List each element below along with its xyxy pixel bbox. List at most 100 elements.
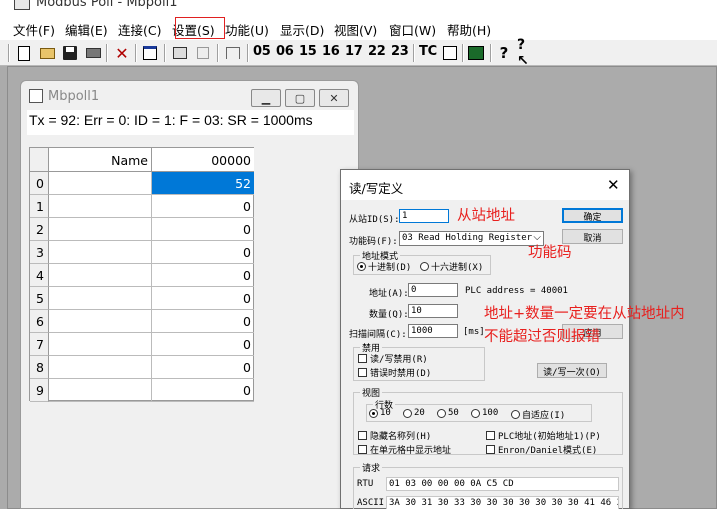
help-icon[interactable]: ? — [495, 44, 513, 62]
menu-help[interactable]: 帮助(H) — [447, 20, 491, 39]
rows-20-radio[interactable]: 20 — [403, 408, 425, 418]
radio-icon — [471, 408, 480, 418]
tc-button[interactable]: TC — [419, 44, 437, 59]
hex-radio[interactable]: 十六进制(X) — [420, 260, 483, 273]
menu-display[interactable]: 显示(D) — [280, 20, 324, 39]
minimize-button[interactable]: ▁ — [251, 89, 281, 107]
app-title-bar: Modbus Poll - Mbpoll1 — [0, 0, 717, 16]
function-05-button[interactable]: 05 — [253, 44, 271, 59]
address-input[interactable]: 0 — [408, 283, 458, 297]
enron-mode-checkbox[interactable]: Enron/Daniel模式(E) — [486, 443, 597, 456]
value-cell[interactable]: 0 — [152, 356, 254, 379]
value-cell[interactable]: 0 — [152, 241, 254, 264]
function-22-button[interactable]: 22 — [368, 44, 386, 59]
menu-view[interactable]: 视图(V) — [334, 20, 377, 39]
rows-50-radio[interactable]: 50 — [437, 408, 459, 418]
toolbar-separator — [8, 44, 10, 62]
value-cell[interactable]: 0 — [152, 379, 254, 402]
value-cell[interactable]: 0 — [152, 310, 254, 333]
name-cell[interactable] — [49, 379, 152, 402]
decimal-radio[interactable]: 十进制(D) — [357, 260, 411, 273]
function-select[interactable]: 03 Read Holding Register ⌵ — [399, 231, 544, 246]
error-disable-checkbox[interactable]: 错误时禁用(D) — [358, 366, 431, 379]
name-cell[interactable] — [49, 172, 152, 195]
close-icon[interactable]: ✕ — [113, 44, 131, 63]
save-icon[interactable] — [61, 44, 79, 62]
value-cell[interactable]: 0 — [152, 218, 254, 241]
function-17-button[interactable]: 17 — [345, 44, 363, 59]
menu-connection[interactable]: 连接(C) — [118, 20, 161, 39]
dialog-title-bar[interactable]: 读/写定义 ✕ — [341, 170, 629, 200]
slave-id-input[interactable]: 1 — [399, 209, 449, 223]
window-icon[interactable] — [141, 44, 159, 62]
chart-icon[interactable] — [467, 44, 485, 62]
column-header-address[interactable]: 00000 — [152, 148, 254, 172]
function-23-button[interactable]: 23 — [391, 44, 409, 59]
table-row: 0 52 — [30, 172, 254, 195]
menu-window[interactable]: 窗口(W) — [389, 20, 436, 39]
dialog-close-icon[interactable]: ✕ — [607, 176, 620, 194]
name-cell[interactable] — [49, 310, 152, 333]
decimal-label: 十进制(D) — [368, 263, 412, 273]
disconnect-icon[interactable] — [194, 44, 212, 62]
menu-functions[interactable]: 功能(U) — [225, 20, 269, 39]
value-cell[interactable]: 0 — [152, 333, 254, 356]
zoom-icon[interactable] — [441, 44, 459, 62]
checkbox-icon — [486, 445, 495, 454]
row-number: 0 — [30, 172, 49, 195]
show-address-checkbox[interactable]: 在单元格中显示地址 — [358, 443, 451, 456]
menu-file[interactable]: 文件(F) — [13, 20, 55, 39]
table-corner — [30, 148, 49, 172]
rows-10-label: 10 — [380, 408, 391, 418]
table-row: 30 — [30, 241, 254, 264]
scan-rate-input[interactable]: 1000 — [408, 324, 458, 338]
quantity-input[interactable]: 10 — [408, 304, 458, 318]
pulse-icon[interactable] — [224, 44, 242, 62]
rows-100-radio[interactable]: 100 — [471, 408, 498, 418]
name-cell[interactable] — [49, 264, 152, 287]
print-icon[interactable] — [84, 44, 102, 62]
toolbar: ✕ 05 06 15 16 17 22 23 TC ? ?↖ — [0, 37, 717, 69]
open-icon[interactable] — [38, 44, 56, 62]
connect-icon[interactable] — [171, 44, 189, 62]
name-cell[interactable] — [49, 356, 152, 379]
window-close-button[interactable]: ✕ — [319, 89, 349, 107]
rows-fit-radio[interactable]: 自适应(I) — [511, 408, 565, 421]
read-write-once-button[interactable]: 读/写一次(O) — [537, 363, 607, 378]
ascii-bytes-field[interactable]: 3A 30 31 30 33 30 30 30 30 30 30 30 41 4… — [386, 496, 619, 509]
function-select-value: 03 Read Holding Register — [402, 233, 533, 243]
menu-edit[interactable]: 编辑(E) — [65, 20, 108, 39]
column-header-name[interactable]: Name — [49, 148, 152, 172]
name-cell[interactable] — [49, 287, 152, 310]
value-cell[interactable]: 0 — [152, 264, 254, 287]
context-help-icon[interactable]: ?↖ — [517, 37, 535, 69]
function-06-button[interactable]: 06 — [276, 44, 294, 59]
function-15-button[interactable]: 15 — [299, 44, 317, 59]
hide-alias-checkbox[interactable]: 隐藏名称列(H) — [358, 429, 431, 442]
view-group: 视图 行数 10 20 50 100 自适应(I) 隐藏名称列(H) PLC地址… — [353, 386, 623, 456]
mbpoll-window-title-bar[interactable]: Mbpoll1 ▁ ▢ ✕ — [21, 81, 358, 109]
plc-address-base-checkbox[interactable]: PLC地址(初始地址1)(P) — [486, 429, 601, 442]
ok-button[interactable]: 确定 — [562, 208, 623, 223]
rows-10-radio[interactable]: 10 — [369, 408, 391, 418]
value-cell[interactable]: 0 — [152, 287, 254, 310]
row-number: 3 — [30, 241, 49, 264]
enron-mode-label: Enron/Daniel模式(E) — [498, 446, 598, 456]
name-cell[interactable] — [49, 218, 152, 241]
new-icon[interactable] — [15, 44, 33, 62]
document-icon — [29, 89, 43, 103]
value-cell[interactable]: 52 — [152, 172, 254, 195]
rw-disabled-checkbox[interactable]: 读/写禁用(R) — [358, 352, 428, 365]
maximize-button[interactable]: ▢ — [285, 89, 315, 107]
table-row: 50 — [30, 287, 254, 310]
value-cell[interactable]: 0 — [152, 195, 254, 218]
row-number: 9 — [30, 379, 49, 402]
function-16-button[interactable]: 16 — [322, 44, 340, 59]
name-cell[interactable] — [49, 195, 152, 218]
request-group-label: 请求 — [360, 461, 383, 474]
name-cell[interactable] — [49, 333, 152, 356]
row-number: 7 — [30, 333, 49, 356]
rtu-bytes-field[interactable]: 01 03 00 00 00 0A C5 CD — [386, 477, 619, 491]
table-row: 80 — [30, 356, 254, 379]
name-cell[interactable] — [49, 241, 152, 264]
